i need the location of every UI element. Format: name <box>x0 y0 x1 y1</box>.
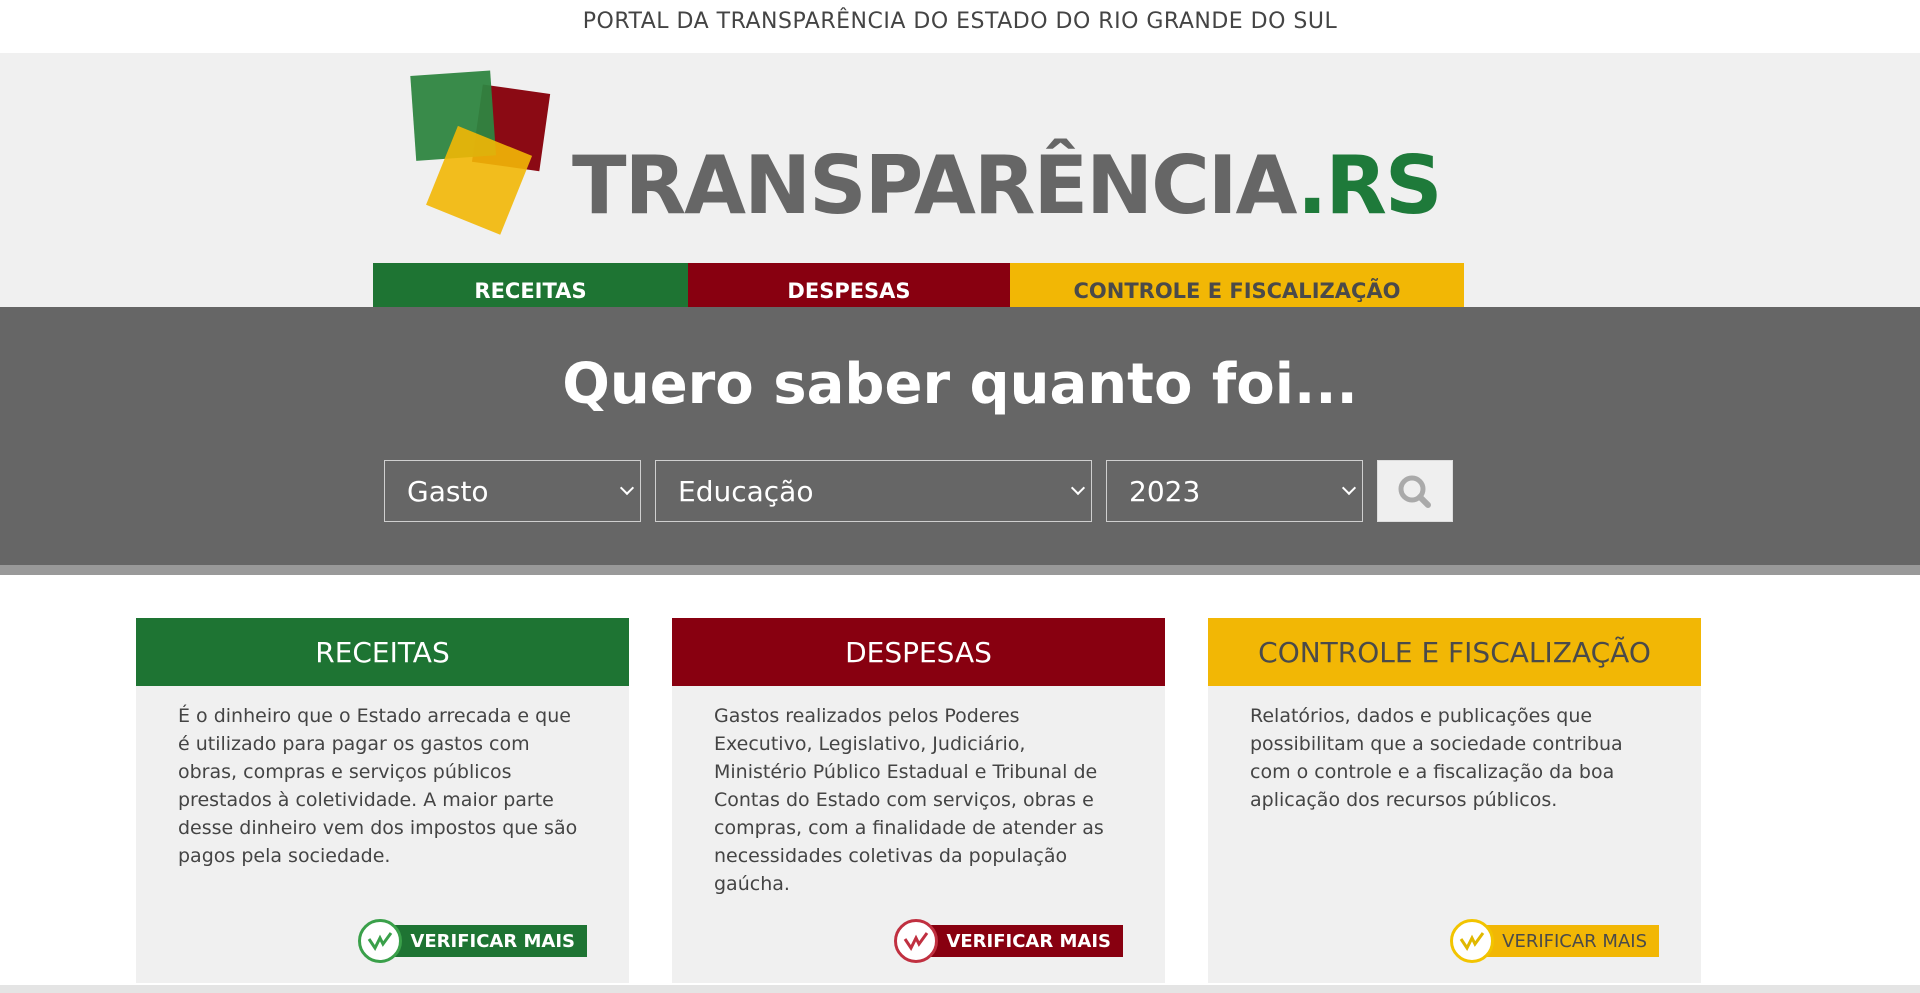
page-bottom-edge <box>0 985 1920 993</box>
type-select-value: Gasto <box>407 474 489 508</box>
search-section: Quero saber quanto foi... Gasto Educação… <box>0 307 1920 575</box>
search-button[interactable] <box>1377 460 1453 522</box>
chevron-down-icon <box>1070 480 1086 496</box>
card-text: Gastos realizados pelos Poderes Executiv… <box>714 705 1104 895</box>
verificar-mais-label: VERIFICAR MAIS <box>928 925 1123 957</box>
verificar-mais-label: VERIFICAR MAIS <box>1484 925 1659 957</box>
portal-title: PORTAL DA TRANSPARÊNCIA DO ESTADO DO RIO… <box>582 9 1338 34</box>
top-bar: PORTAL DA TRANSPARÊNCIA DO ESTADO DO RIO… <box>0 0 1920 53</box>
verificar-mais-label: VERIFICAR MAIS <box>392 925 587 957</box>
check-icon <box>1450 919 1495 963</box>
card-despesas: DESPESAS Gastos realizados pelos Poderes… <box>672 618 1165 983</box>
card-title: RECEITAS <box>136 618 629 686</box>
card-title: CONTROLE E FISCALIZAÇÃO <box>1208 618 1701 686</box>
type-select[interactable]: Gasto <box>384 460 641 522</box>
verificar-mais-button[interactable]: VERIFICAR MAIS <box>358 919 587 963</box>
site-header: TRANSPARÊNCIA.RS RECEITAS DESPESAS CONTR… <box>0 53 1920 319</box>
chevron-down-icon <box>619 480 635 496</box>
chevron-down-icon <box>1341 480 1357 496</box>
card-text: É o dinheiro que o Estado arrecada e que… <box>178 705 578 867</box>
card-title: DESPESAS <box>672 618 1165 686</box>
logo-squares-icon[interactable] <box>405 68 575 243</box>
card-receitas: RECEITAS É o dinheiro que o Estado arrec… <box>136 618 629 983</box>
section-divider <box>0 565 1920 575</box>
logo-word-suffix: .RS <box>1296 139 1443 232</box>
area-select-value: Educação <box>678 474 814 508</box>
search-title: Quero saber quanto foi... <box>562 352 1358 417</box>
logo-word-main: TRANSPARÊNCIA <box>572 139 1299 232</box>
verificar-mais-button[interactable]: VERIFICAR MAIS <box>894 919 1123 963</box>
area-select[interactable]: Educação <box>655 460 1092 522</box>
year-select-value: 2023 <box>1129 474 1201 508</box>
card-controle-fiscalizacao: CONTROLE E FISCALIZAÇÃO Relatórios, dado… <box>1208 618 1701 983</box>
site-logo-wordmark[interactable]: TRANSPARÊNCIA.RS <box>572 139 1443 232</box>
verificar-mais-button[interactable]: VERIFICAR MAIS <box>1450 919 1659 963</box>
search-icon <box>1398 475 1431 508</box>
year-select[interactable]: 2023 <box>1106 460 1363 522</box>
card-text: Relatórios, dados e publicações que poss… <box>1250 705 1623 811</box>
